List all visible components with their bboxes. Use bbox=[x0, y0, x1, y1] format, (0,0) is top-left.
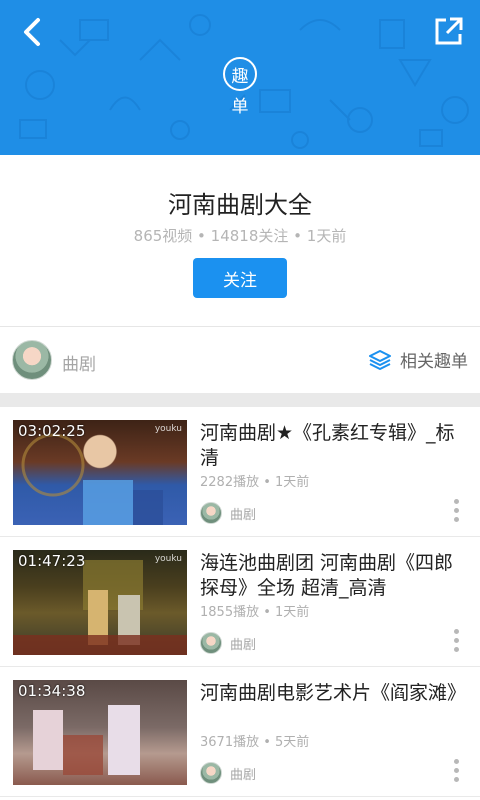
related-label: 相关趣单 bbox=[400, 352, 468, 372]
playlist-title: 河南曲剧大全 bbox=[168, 191, 312, 219]
author-name: 曲剧 bbox=[230, 507, 257, 523]
watermark-logo: youku bbox=[154, 554, 182, 564]
share-external-icon[interactable] bbox=[432, 14, 466, 48]
watermark-logo: youku bbox=[154, 424, 182, 434]
video-duration: 03:02:25 bbox=[18, 422, 86, 440]
video-title[interactable]: 河南曲剧电影艺术片《阎家滩》 bbox=[200, 681, 472, 706]
video-item[interactable]: 03:02:25 youku 河南曲剧★《孔素红专辑》_标清 2282播放 • … bbox=[0, 407, 480, 537]
video-author[interactable]: 曲剧 bbox=[200, 762, 256, 784]
badge-char: 趣 bbox=[231, 66, 249, 87]
author-avatar bbox=[200, 632, 222, 654]
playlist-info: 河南曲剧大全 865视频 • 14818关注 • 1天前 关注 bbox=[0, 155, 480, 327]
back-arrow-icon[interactable] bbox=[14, 12, 54, 52]
layers-icon bbox=[369, 349, 391, 370]
related-playlists-button[interactable]: 相关趣单 bbox=[368, 347, 468, 372]
video-title[interactable]: 河南曲剧★《孔素红专辑》_标清 bbox=[200, 421, 472, 471]
author-name: 曲剧 bbox=[230, 767, 257, 783]
badge-label: 单 bbox=[231, 97, 249, 117]
section-divider bbox=[0, 393, 480, 407]
follow-button[interactable]: 关注 bbox=[193, 258, 287, 298]
tag-avatar[interactable] bbox=[12, 340, 52, 380]
video-thumbnail[interactable]: 01:47:23 youku bbox=[13, 550, 187, 655]
video-list: 03:02:25 youku 河南曲剧★《孔素红专辑》_标清 2282播放 • … bbox=[0, 407, 480, 800]
video-item[interactable]: 01:34:38 河南曲剧电影艺术片《阎家滩》 3671播放 • 5天前 曲剧 bbox=[0, 667, 480, 797]
video-title[interactable]: 海连池曲剧团 河南曲剧《四郎探母》全场 超清_高清 bbox=[200, 551, 472, 601]
author-avatar bbox=[200, 502, 222, 524]
author-avatar bbox=[200, 762, 222, 784]
more-options-icon[interactable] bbox=[452, 629, 460, 655]
author-name: 曲剧 bbox=[230, 637, 257, 653]
video-author[interactable]: 曲剧 bbox=[200, 632, 256, 654]
video-meta: 2282播放 • 1天前 bbox=[200, 475, 310, 490]
video-item[interactable]: 01:47:23 youku 海连池曲剧团 河南曲剧《四郎探母》全场 超清_高清… bbox=[0, 537, 480, 667]
tag-label[interactable]: 曲剧 bbox=[62, 350, 96, 375]
video-meta: 3671播放 • 5天前 bbox=[200, 735, 310, 750]
header: 趣 单 bbox=[0, 0, 480, 155]
video-thumbnail[interactable]: 01:34:38 bbox=[13, 680, 187, 785]
video-thumbnail[interactable]: 03:02:25 youku bbox=[13, 420, 187, 525]
video-duration: 01:47:23 bbox=[18, 552, 86, 570]
tag-bar: 曲剧 相关趣单 bbox=[0, 327, 480, 393]
video-meta: 1855播放 • 1天前 bbox=[200, 605, 310, 620]
more-options-icon[interactable] bbox=[452, 759, 460, 785]
more-options-icon[interactable] bbox=[452, 499, 460, 525]
video-duration: 01:34:38 bbox=[18, 682, 86, 700]
video-author[interactable]: 曲剧 bbox=[200, 502, 256, 524]
playlist-stats: 865视频 • 14818关注 • 1天前 bbox=[133, 227, 347, 245]
quchan-badge-icon: 趣 bbox=[223, 57, 257, 91]
